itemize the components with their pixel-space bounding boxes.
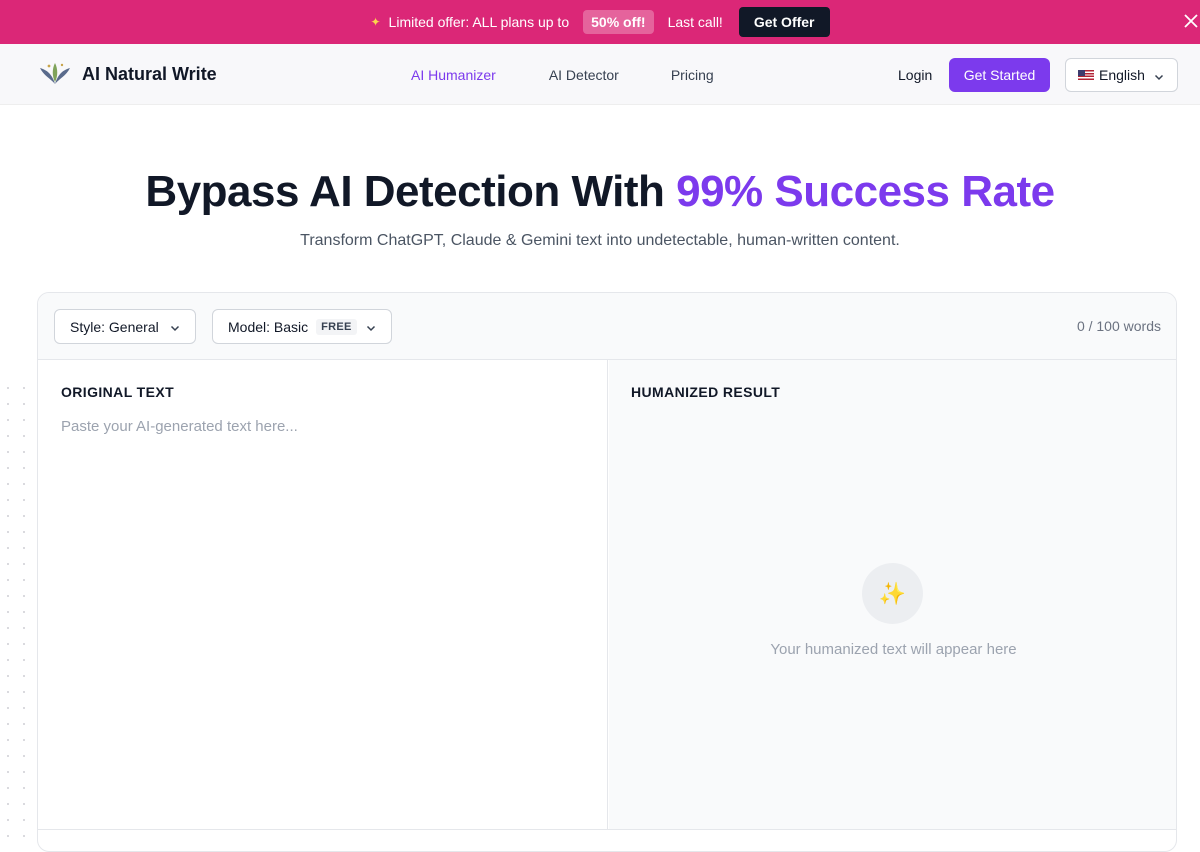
- get-offer-button[interactable]: Get Offer: [738, 7, 830, 37]
- chevron-down-icon: [365, 321, 377, 337]
- original-text-input[interactable]: [61, 418, 581, 808]
- humanizer-card: Style: General Model: Basic FREE 0 / 100…: [37, 292, 1177, 852]
- hero-title-accent: 99% Success Rate: [676, 167, 1055, 216]
- hero-title: Bypass AI Detection With 99% Success Rat…: [0, 167, 1200, 217]
- dotted-background: [0, 380, 36, 843]
- chevron-down-icon: [169, 321, 181, 337]
- editor-toolbar: Style: General Model: Basic FREE 0 / 100…: [38, 293, 1176, 360]
- hero-subtitle: Transform ChatGPT, Claude & Gemini text …: [300, 232, 900, 249]
- brand-name: AI Natural Write: [82, 63, 217, 84]
- language-select[interactable]: English: [1065, 58, 1178, 92]
- humanized-result-pane: HUMANIZED RESULT ✨ Your humanized text w…: [609, 360, 1176, 830]
- promo-text: Limited offer: ALL plans up to: [388, 14, 570, 30]
- model-dropdown[interactable]: Model: Basic FREE: [212, 309, 392, 344]
- get-started-button[interactable]: Get Started: [949, 58, 1050, 92]
- model-dropdown-label: Model: Basic: [228, 318, 309, 335]
- original-text-label: ORIGINAL TEXT: [61, 384, 175, 400]
- word-count: 0 / 100 words: [1076, 318, 1161, 334]
- login-link[interactable]: Login: [898, 67, 932, 83]
- nav-links: AI Humanizer AI Detector Pricing: [411, 67, 714, 83]
- hero-title-main: Bypass AI Detection With: [145, 167, 665, 216]
- style-dropdown[interactable]: Style: General: [54, 309, 196, 344]
- promo-banner: ✦ Limited offer: ALL plans up to 50% off…: [0, 0, 1200, 44]
- language-label: English: [1099, 67, 1145, 83]
- sparkles-icon: ✨: [862, 563, 923, 624]
- us-flag-icon: [1078, 70, 1094, 80]
- top-nav: AI Natural Write AI Humanizer AI Detecto…: [0, 44, 1200, 105]
- close-icon[interactable]: [1182, 12, 1200, 30]
- style-dropdown-label: Style: General: [70, 318, 159, 335]
- sparkle-icon: ✦: [370, 15, 381, 29]
- nav-link-ai-detector[interactable]: AI Detector: [549, 67, 619, 83]
- humanized-result-label: HUMANIZED RESULT: [631, 384, 781, 400]
- chevron-down-icon: [1153, 70, 1165, 86]
- pane-divider: [38, 829, 1176, 830]
- leaf-logo-icon: [36, 58, 74, 90]
- brand[interactable]: AI Natural Write: [36, 58, 217, 90]
- free-badge: FREE: [316, 318, 357, 335]
- result-empty-message: Your humanized text will appear here: [770, 641, 1017, 658]
- nav-link-pricing[interactable]: Pricing: [671, 67, 714, 83]
- discount-badge: 50% off!: [583, 10, 654, 34]
- promo-urgency: Last call!: [667, 14, 723, 30]
- original-text-pane: ORIGINAL TEXT: [38, 360, 608, 830]
- nav-link-ai-humanizer[interactable]: AI Humanizer: [411, 67, 496, 83]
